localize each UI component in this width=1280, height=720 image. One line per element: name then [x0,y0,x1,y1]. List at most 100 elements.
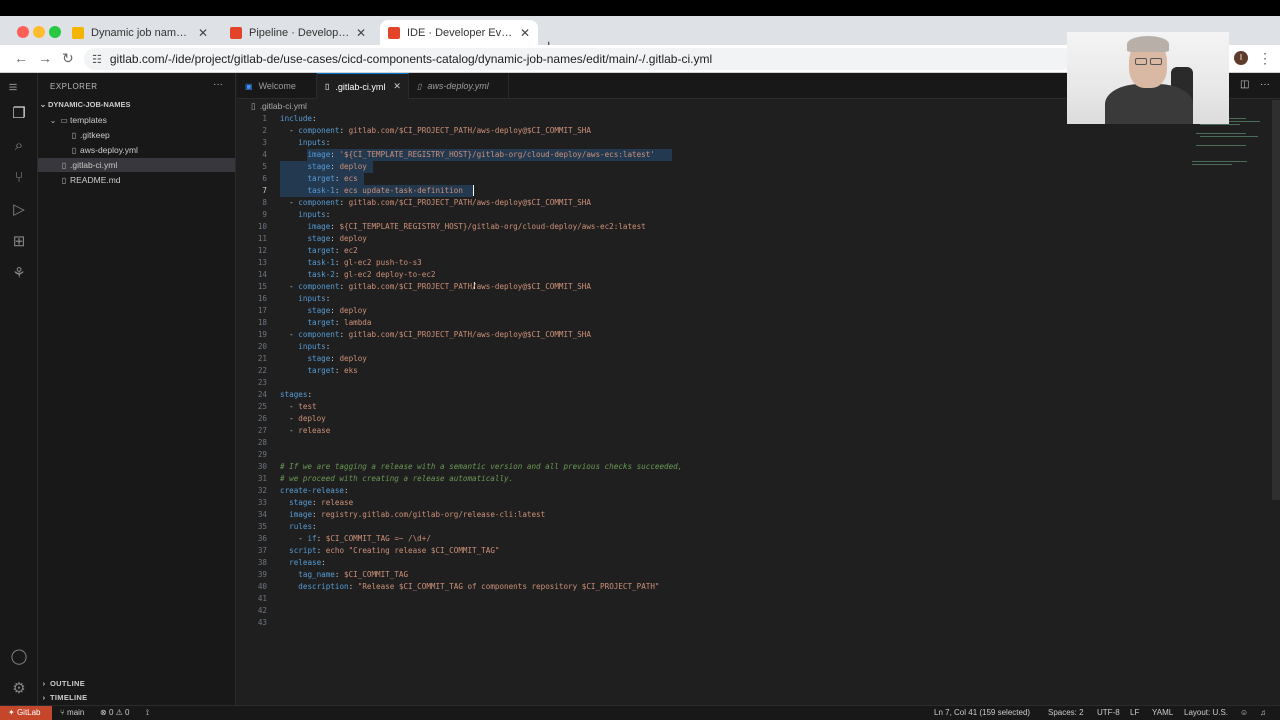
remote-label: GitLab [16,708,41,717]
breadcrumb[interactable]: ▯ .gitlab-ci.yml [251,101,307,112]
branch-indicator[interactable]: ⑂ main [60,706,84,720]
web-ide: ≡ ❐ ⌕ ⑂ ▷ ⊞ ⚘ ◯ ⚙ EXPLORER ··· ⌄ DYNAMIC-… [0,73,1280,720]
code-line: stage: deploy [307,306,367,315]
address-bar[interactable]: ☷ gitlab.com/-/ide/project/gitlab-de/use… [84,48,1074,70]
browser-menu-icon[interactable]: ⋮ [1258,50,1272,67]
search-icon[interactable]: ⌕ [10,137,28,155]
profile-avatar[interactable]: I [1234,51,1248,65]
source-control-icon[interactable]: ⑂ [10,169,28,187]
language-mode[interactable]: YAML [1152,706,1173,720]
explorer-icon[interactable]: ❐ [10,105,28,123]
code-line: stages: [280,390,313,399]
file-icon: ▯ [61,161,67,170]
back-arrow-icon[interactable]: ← [14,50,28,66]
code-line: task-1: ecs update-task-definition [307,186,463,195]
tree-file-aws-deploy[interactable]: ▯ aws-deploy.yml [38,143,235,157]
status-bar: ✦ GitLab ⑂ main ⊗ 0 ⚠ 0 ⟟ Ln 7, Col 41 (… [0,705,1280,720]
screen-top-bar [0,0,1280,16]
extensions-icon[interactable]: ⊞ [10,233,28,251]
vertical-scrollbar[interactable] [1272,100,1280,500]
line-number: 15 [257,282,267,291]
remote-indicator[interactable]: ✦ GitLab [0,706,52,720]
browser-tab-active[interactable]: IDE · Developer Evangelism a ✕ [380,20,538,45]
editor-tab-aws-deploy[interactable]: ▯ aws-deploy.yml [409,73,509,99]
site-info-icon[interactable]: ☷ [92,53,102,66]
file-icon: ▯ [71,146,77,155]
activity-bar: ≡ ❐ ⌕ ⑂ ▷ ⊞ ⚘ ◯ ⚙ [0,73,38,705]
more-actions-icon[interactable]: ··· [1260,79,1270,90]
line-number: 18 [257,318,267,327]
code-line: - release [280,426,331,435]
timeline-section[interactable]: › TIMELINE [38,691,235,705]
file-icon: ▯ [251,101,256,111]
browser-tab[interactable]: Dynamic job names - Google ✕ [64,20,216,45]
line-number: 43 [257,618,267,627]
close-tab-icon[interactable]: ✕ [356,26,366,40]
close-window-button[interactable] [17,26,29,38]
code-editor: ▣ Welcome ▯ .gitlab-ci.yml ✕ ▯ aws-deploy.ym… [237,73,1280,705]
reload-icon[interactable]: ↻ [62,50,74,67]
browser-tab[interactable]: Pipeline · Developer Evangeli ✕ [222,20,374,45]
line-number: 40 [257,582,267,591]
line-number: 14 [257,270,267,279]
problems-indicator[interactable]: ⊗ 0 ⚠ 0 [100,706,129,720]
code-line: rules: [289,522,317,531]
code-line: description: "Release $CI_COMMIT_TAG of … [298,582,660,591]
settings-gear-icon[interactable]: ⚙ [10,680,28,698]
code-line: # If we are tagging a release with a sem… [280,462,683,471]
gitlab-icon [230,26,242,39]
line-number: 25 [257,402,267,411]
line-number: 34 [257,510,267,519]
encoding[interactable]: UTF-8 [1097,706,1120,720]
line-number: 29 [257,450,267,459]
editor-tab-welcome[interactable]: ▣ Welcome [237,73,317,99]
code-line: tag_name: $CI_COMMIT_TAG [298,570,409,579]
close-tab-icon[interactable]: ✕ [393,81,401,92]
line-number: 13 [257,258,267,267]
code-line: script: echo "Creating release $CI_COMMI… [289,546,500,555]
code-line: inputs: [298,342,331,351]
tree-file-readme[interactable]: ▯ README.md [38,173,235,187]
line-number: 24 [257,390,267,399]
cursor-position[interactable]: Ln 7, Col 41 (159 selected) [934,706,1030,720]
line-endings[interactable]: LF [1130,706,1139,720]
minimap[interactable] [1192,113,1272,213]
code-line: - component: gitlab.com/$CI_PROJECT_PATH… [280,126,591,135]
close-tab-icon[interactable]: ✕ [198,26,208,40]
tree-file-gitlab-ci[interactable]: ▯ .gitlab-ci.yml [38,158,235,172]
outline-section[interactable]: › OUTLINE [38,677,235,691]
forward-arrow-icon[interactable]: → [38,50,52,66]
run-debug-icon[interactable]: ▷ [10,201,28,219]
gitlab-duo-icon[interactable]: ⚘ [10,265,28,283]
code-line: stage: release [289,498,354,507]
editor-tab-gitlab-ci[interactable]: ▯ .gitlab-ci.yml ✕ [317,73,409,99]
branch-icon: ⑂ [60,708,68,717]
minimize-window-button[interactable] [33,26,45,38]
file-icon: ▯ [325,82,330,91]
feedback-icon[interactable]: ☺ [1240,706,1248,720]
tree-file-gitkeep[interactable]: ▯ .gitkeep [38,128,235,142]
broadcast-icon[interactable]: ⟟ [146,706,149,720]
tree-folder-templates[interactable]: ⌄ ▭ templates [38,113,235,127]
account-icon[interactable]: ◯ [10,648,28,666]
tree-root[interactable]: ⌄ DYNAMIC-JOB-NAMES [38,98,235,112]
editor-tab-label: Welcome [258,81,296,91]
indentation[interactable]: Spaces: 2 [1048,706,1084,720]
google-docs-icon [72,26,84,39]
menu-icon[interactable]: ≡ [4,79,22,97]
keyboard-layout[interactable]: Layout: U.S. [1184,706,1228,720]
line-number: 11 [257,234,267,243]
tree-item-label: .gitkeep [80,130,110,140]
close-tab-icon[interactable]: ✕ [520,26,530,40]
more-actions-icon[interactable]: ··· [213,79,223,90]
line-number: 28 [257,438,267,447]
split-editor-icon[interactable]: ◫ [1240,79,1249,90]
line-number: 7 [262,186,267,195]
notifications-bell-icon[interactable]: ♫ [1260,706,1266,720]
browser-tab-title: Pipeline · Developer Evangeli [249,26,350,39]
line-number: 38 [257,558,267,567]
file-icon: ▯ [61,176,67,185]
maximize-window-button[interactable] [49,26,61,38]
code-line: target: lambda [307,318,372,327]
line-number: 19 [257,330,267,339]
